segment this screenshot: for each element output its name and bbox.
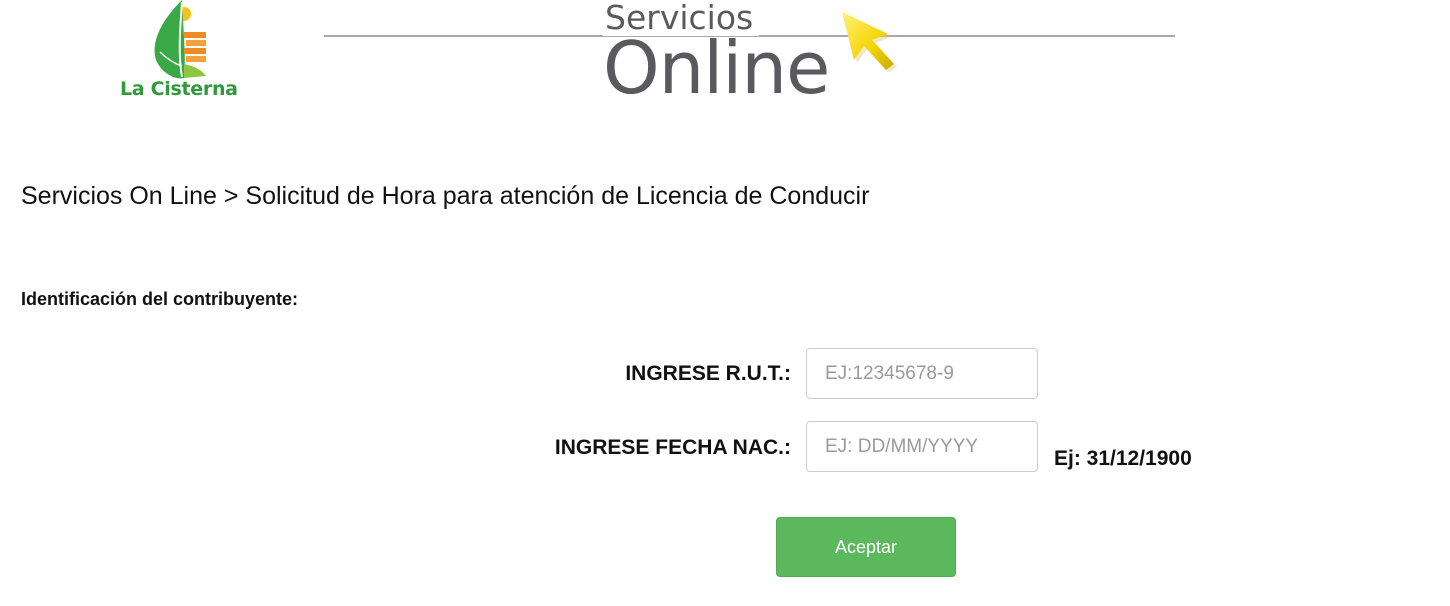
breadcrumb: Servicios On Line > Solicitud de Hora pa… (21, 182, 870, 210)
birthdate-label: INGRESE FECHA NAC.: (554, 436, 791, 459)
rut-label: INGRESE R.U.T.: (625, 362, 791, 385)
leaf-logo-icon (154, 0, 206, 79)
rut-input[interactable] (806, 348, 1038, 399)
logo-text: La Cisterna (120, 78, 238, 100)
section-title: Identificación del contribuyente: (21, 289, 299, 309)
brand-online: Online (603, 26, 830, 110)
accept-button[interactable]: Aceptar (776, 517, 956, 577)
pointer-arrow-icon (842, 12, 897, 72)
la-cisterna-logo[interactable]: La Cisterna (112, 0, 252, 106)
birthdate-input[interactable] (806, 421, 1038, 472)
birthdate-hint: Ej: 31/12/1900 (1054, 447, 1192, 470)
page: La Cisterna Servicios Online Servicios O… (0, 0, 1450, 606)
